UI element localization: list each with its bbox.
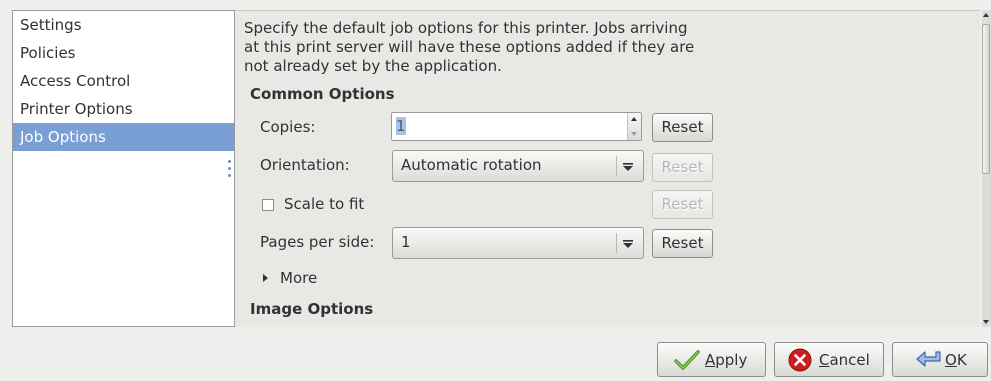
job-options-scroll-area: Specify the default job options for this…: [235, 11, 980, 327]
orientation-label: Orientation:: [260, 156, 350, 174]
scale-to-fit-checkbox[interactable]: [262, 199, 274, 211]
job-options-description: Specify the default job options for this…: [244, 19, 695, 75]
scrollbar-thumb[interactable]: [982, 24, 990, 174]
sidebar-item-access-control[interactable]: Access Control: [13, 67, 234, 95]
orientation-select[interactable]: Automatic rotation: [392, 150, 644, 182]
job-options-panel: Specify the default job options for this…: [235, 10, 980, 327]
pages-per-side-label: Pages per side:: [260, 233, 375, 251]
apply-button[interactable]: Apply: [657, 342, 766, 377]
copies-label: Copies:: [260, 118, 316, 136]
sidebar-item-printer-options[interactable]: Printer Options: [13, 95, 234, 123]
copies-reset-button[interactable]: Reset: [652, 113, 713, 142]
scale-to-fit-reset-button[interactable]: Reset: [652, 190, 713, 219]
pages-per-side-value: 1: [401, 233, 411, 251]
pages-per-side-select[interactable]: 1: [392, 227, 644, 259]
more-expander[interactable]: More: [280, 269, 317, 287]
copies-value: 1: [396, 117, 406, 135]
checkmark-icon: [674, 350, 700, 370]
copies-stepper[interactable]: [627, 113, 641, 140]
category-list: Settings Policies Access Control Printer…: [12, 10, 235, 327]
cancel-label: Cancel: [819, 351, 870, 369]
scale-to-fit-label: Scale to fit: [284, 195, 365, 213]
copies-spinbox[interactable]: 1: [391, 112, 642, 141]
ok-button[interactable]: OK: [892, 342, 988, 377]
orientation-reset-button[interactable]: Reset: [652, 153, 713, 182]
ok-label: OK: [945, 351, 967, 369]
expander-arrow-icon[interactable]: [263, 274, 268, 282]
scroll-down-arrow-icon[interactable]: [983, 320, 989, 324]
cancel-button[interactable]: Cancel: [774, 342, 884, 377]
image-options-heading: Image Options: [250, 300, 374, 318]
common-options-heading: Common Options: [250, 85, 395, 103]
panel-scrollbar[interactable]: [982, 10, 991, 327]
sidebar-item-policies[interactable]: Policies: [13, 39, 234, 67]
pages-per-side-reset-button[interactable]: Reset: [652, 229, 713, 258]
sidebar-item-settings[interactable]: Settings: [13, 11, 234, 39]
return-arrow-icon: [916, 351, 941, 367]
apply-label: Apply: [705, 351, 748, 369]
cancel-icon: [788, 348, 812, 372]
orientation-value: Automatic rotation: [401, 156, 542, 174]
pane-resize-handle[interactable]: [228, 160, 232, 184]
sidebar-item-job-options[interactable]: Job Options: [13, 123, 234, 151]
dropdown-arrow-icon: [623, 163, 633, 171]
scroll-up-arrow-icon[interactable]: [983, 13, 989, 17]
dropdown-arrow-icon: [623, 240, 633, 248]
